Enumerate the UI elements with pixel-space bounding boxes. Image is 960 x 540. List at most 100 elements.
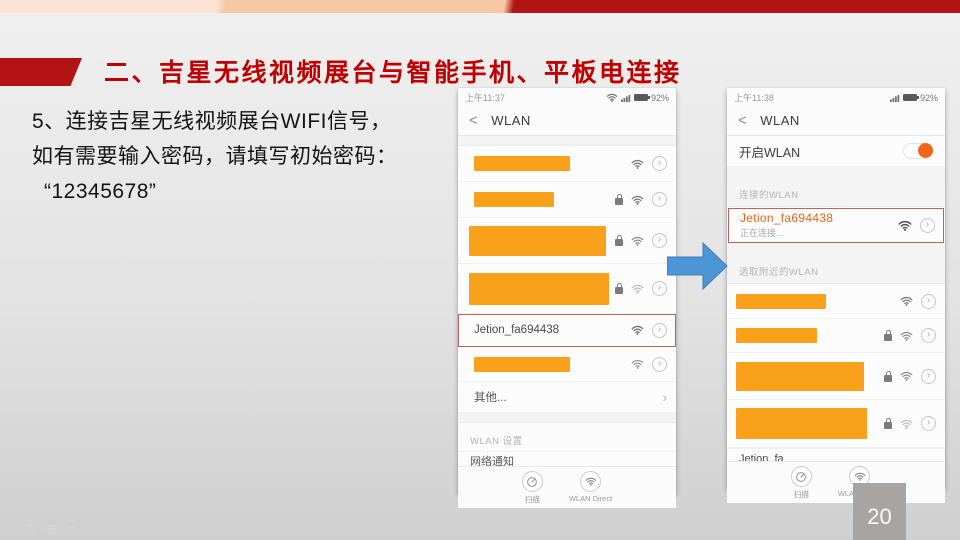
scan-icon: [795, 471, 807, 483]
section-gap: [458, 413, 676, 423]
wifi-direct-icon: [854, 472, 866, 481]
scan-icon: [526, 476, 538, 488]
wifi-network-row[interactable]: ›: [458, 347, 676, 382]
body-line-password: “12345678”: [32, 174, 452, 209]
wifi-signal-icon: [898, 220, 912, 231]
wlan-settings-label: WLAN 设置: [458, 423, 676, 451]
presenter-controls: ⇦ ✎ ▤ ⇨: [6, 522, 77, 535]
scan-label: 扫描: [794, 489, 809, 500]
title-accent-shape: [0, 58, 82, 86]
network-detail-button[interactable]: ›: [652, 323, 667, 338]
wifi-signal-icon: [631, 159, 644, 169]
wlan-header: < WLAN: [727, 105, 945, 136]
network-detail-button[interactable]: ›: [652, 156, 667, 171]
phone-screenshot-wlan-list: 上午11:37 92% < WLAN: [458, 88, 676, 493]
wlan-toggle-switch[interactable]: [903, 143, 933, 159]
wifi-network-row[interactable]: ›: [727, 353, 945, 400]
toggle-knob: [918, 143, 933, 158]
wifi-signal-icon: [631, 359, 644, 369]
lock-icon: [884, 422, 892, 429]
connected-network-row-jetion[interactable]: Jetion_fa694438 正在连接... ›: [727, 207, 945, 244]
network-detail-button[interactable]: ›: [921, 328, 936, 343]
scan-button[interactable]: 扫描: [791, 466, 812, 500]
wifi-signal-icon: [900, 371, 913, 381]
redacted-ssid-bar: [469, 226, 606, 256]
slide-body-text: 5、连接吉星无线视频展台WIFI信号， 如有需要输入密码，请填写初始密码： “1…: [32, 104, 452, 209]
chevron-right-icon: ›: [663, 390, 667, 405]
network-detail-button[interactable]: ›: [652, 192, 667, 207]
network-notify-row-clipped[interactable]: 网络通知: [458, 451, 676, 466]
nearby-wlan-label: 选取附近的WLAN: [727, 244, 945, 284]
page-number: 20: [867, 504, 891, 530]
jetion-row-clipped[interactable]: Jetion_fa: [727, 448, 945, 461]
slide-grid-icon[interactable]: ▤: [46, 522, 56, 535]
header-title: WLAN: [760, 113, 800, 128]
ssid-label: Jetion_fa694438: [474, 324, 559, 336]
wlan-toolbar: 扫描 WLAN Direct: [458, 466, 676, 508]
status-signal-icon: [890, 94, 900, 102]
lock-icon: [615, 239, 623, 246]
wifi-network-row-jetion-highlighted[interactable]: Jetion_fa694438 ›: [458, 314, 676, 347]
lock-icon: [615, 287, 623, 294]
body-line: 5、连接吉星无线视频展台WIFI信号，: [32, 104, 452, 139]
pen-tool-icon[interactable]: ✎: [26, 522, 35, 535]
wifi-signal-icon: [631, 195, 644, 205]
lock-icon: [615, 198, 623, 205]
battery-percent: 92%: [920, 93, 938, 103]
status-time: 上午11:38: [734, 91, 774, 104]
status-time: 上午11:37: [465, 91, 505, 104]
page-number-box: 20: [853, 483, 906, 540]
wlan-header: < WLAN: [458, 105, 676, 136]
redacted-ssid-bar: [736, 294, 826, 309]
network-detail-button[interactable]: ›: [921, 294, 936, 309]
wifi-network-row[interactable]: ›: [727, 319, 945, 353]
lock-icon: [884, 375, 892, 382]
wifi-direct-icon: [585, 477, 597, 486]
connected-ssid: Jetion_fa694438: [740, 211, 833, 225]
wlan-direct-button[interactable]: WLAN Direct: [569, 471, 612, 505]
wifi-network-row[interactable]: ›: [458, 218, 676, 264]
redacted-ssid-bar: [474, 357, 570, 372]
network-detail-button[interactable]: ›: [652, 281, 667, 296]
prev-slide-icon[interactable]: ⇦: [6, 522, 15, 535]
status-signal-icon: [621, 94, 631, 102]
wifi-network-row[interactable]: ›: [458, 146, 676, 182]
battery-icon: [634, 94, 648, 101]
wifi-network-row[interactable]: ›: [458, 182, 676, 218]
wifi-signal-icon: [900, 331, 913, 341]
redacted-ssid-bar: [736, 362, 864, 391]
redacted-ssid-bar: [736, 408, 867, 439]
back-chevron-icon[interactable]: <: [738, 112, 747, 129]
wifi-network-row[interactable]: ›: [727, 400, 945, 448]
wlan-toggle-row[interactable]: 开启WLAN: [727, 136, 945, 167]
wifi-network-row[interactable]: ›: [458, 264, 676, 314]
wifi-signal-icon: [631, 325, 644, 335]
wlan-toolbar: 扫描 WLAN Direct: [727, 461, 945, 503]
wifi-signal-icon: [900, 296, 913, 306]
wifi-signal-icon: [631, 284, 644, 294]
top-decorative-band: [0, 0, 960, 13]
network-detail-button[interactable]: ›: [652, 357, 667, 372]
lock-icon: [884, 334, 892, 341]
wifi-network-row[interactable]: ›: [727, 284, 945, 319]
other-networks-row[interactable]: 其他... ›: [458, 382, 676, 413]
section-gap: [458, 136, 676, 146]
redacted-ssid-bar: [469, 273, 609, 305]
back-chevron-icon[interactable]: <: [469, 112, 478, 129]
body-line: 如有需要输入密码，请填写初始密码：: [32, 139, 452, 174]
scan-label: 扫描: [525, 494, 540, 505]
redacted-ssid-bar: [474, 192, 554, 207]
network-detail-button[interactable]: ›: [921, 416, 936, 431]
status-bar: 上午11:37 92%: [458, 88, 676, 105]
network-detail-button[interactable]: ›: [921, 369, 936, 384]
battery-percent: 92%: [651, 93, 669, 103]
status-bar: 上午11:38 92%: [727, 88, 945, 105]
network-detail-button[interactable]: ›: [652, 233, 667, 248]
wifi-signal-icon: [900, 419, 913, 429]
header-title: WLAN: [491, 113, 531, 128]
scan-button[interactable]: 扫描: [522, 471, 543, 505]
redacted-ssid-bar: [474, 156, 570, 171]
network-detail-button[interactable]: ›: [920, 218, 935, 233]
next-slide-icon[interactable]: ⇨: [68, 522, 77, 535]
phone-screenshot-wlan-connecting: 上午11:38 92% < WLAN 开启WLAN 连接的WLAN Jetion…: [727, 88, 945, 488]
